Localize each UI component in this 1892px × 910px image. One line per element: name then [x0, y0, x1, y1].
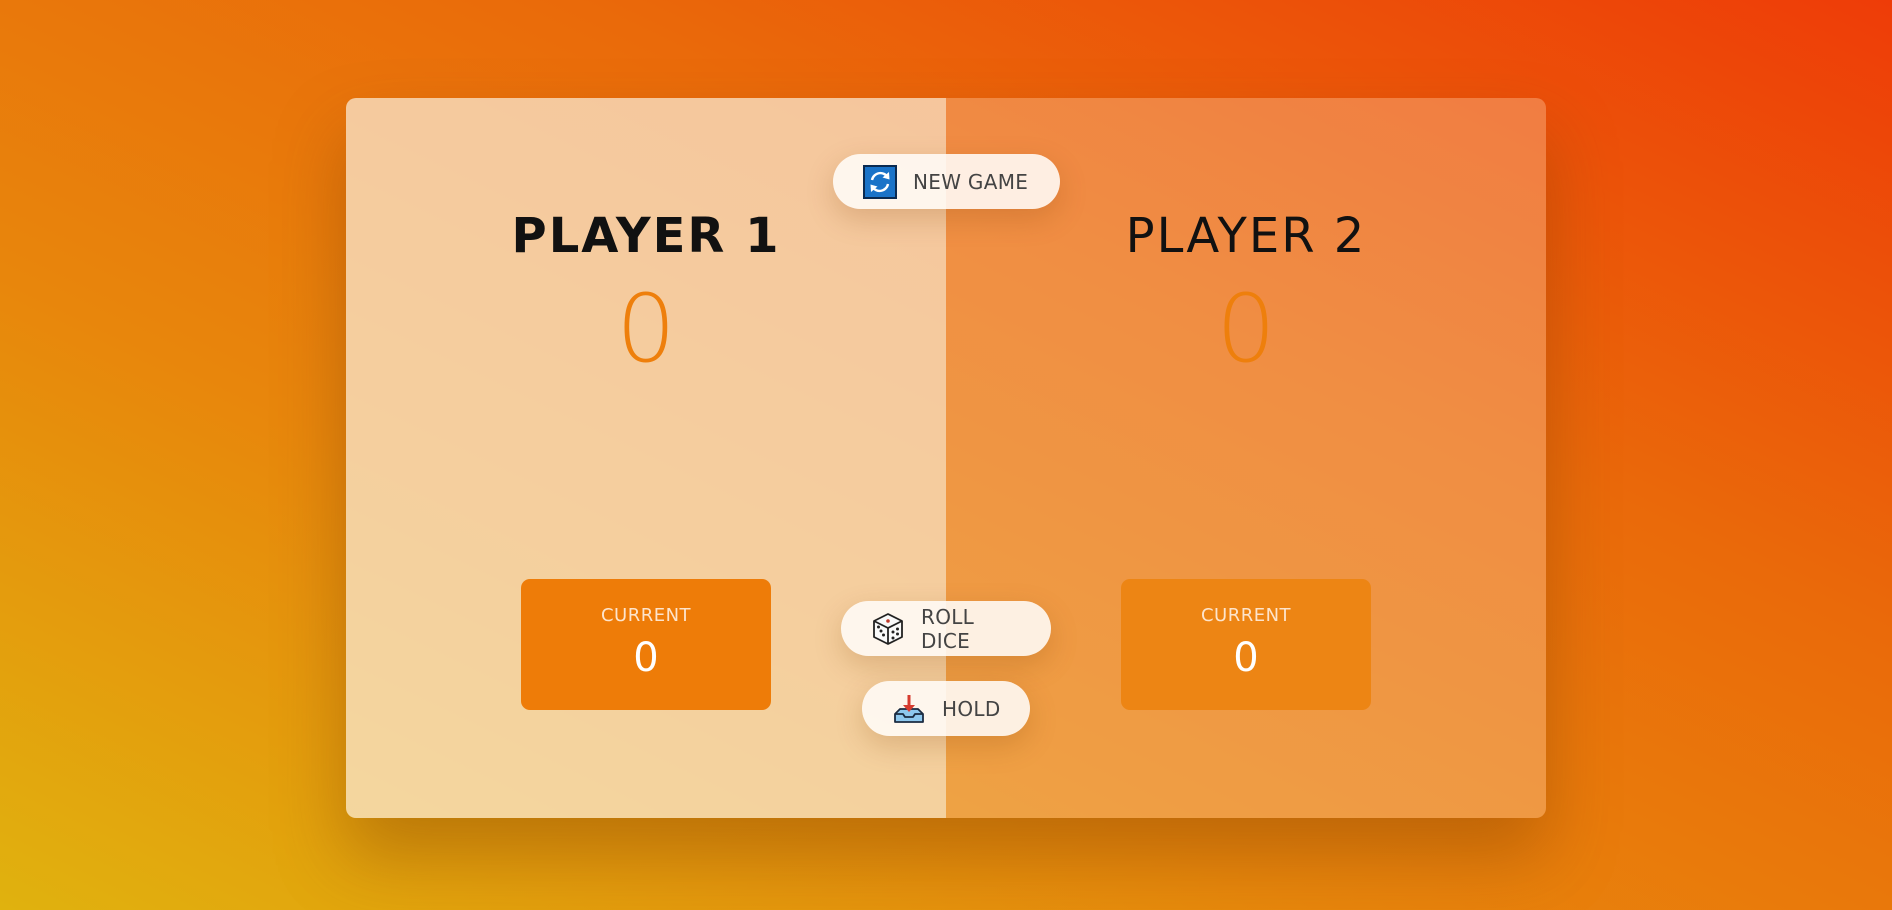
player-1-current-label: CURRENT: [600, 605, 692, 626]
player-2-current-box: CURRENT 0: [1121, 579, 1371, 710]
dice-icon: [871, 612, 905, 646]
player-1-current-box: CURRENT 0: [521, 579, 771, 710]
player-1-name: PLAYER 1: [511, 208, 781, 264]
hold-button[interactable]: HOLD: [862, 681, 1030, 736]
new-game-button[interactable]: NEW GAME: [833, 154, 1060, 209]
roll-dice-button[interactable]: ROLL DICE: [841, 601, 1051, 656]
refresh-icon: [863, 164, 897, 199]
inbox-tray-icon: [892, 692, 926, 726]
new-game-label: NEW GAME: [913, 169, 1029, 194]
player-1-current-score: 0: [633, 635, 659, 681]
player-2-total-score: 0: [1216, 275, 1276, 384]
roll-dice-label: ROLL DICE: [921, 604, 975, 653]
player-2-name: PLAYER 2: [1125, 208, 1367, 264]
hold-label: HOLD: [942, 696, 1001, 721]
player-1-total-score: 0: [616, 275, 676, 384]
player-2-current-score: 0: [1233, 635, 1259, 681]
player-2-current-label: CURRENT: [1200, 605, 1292, 626]
